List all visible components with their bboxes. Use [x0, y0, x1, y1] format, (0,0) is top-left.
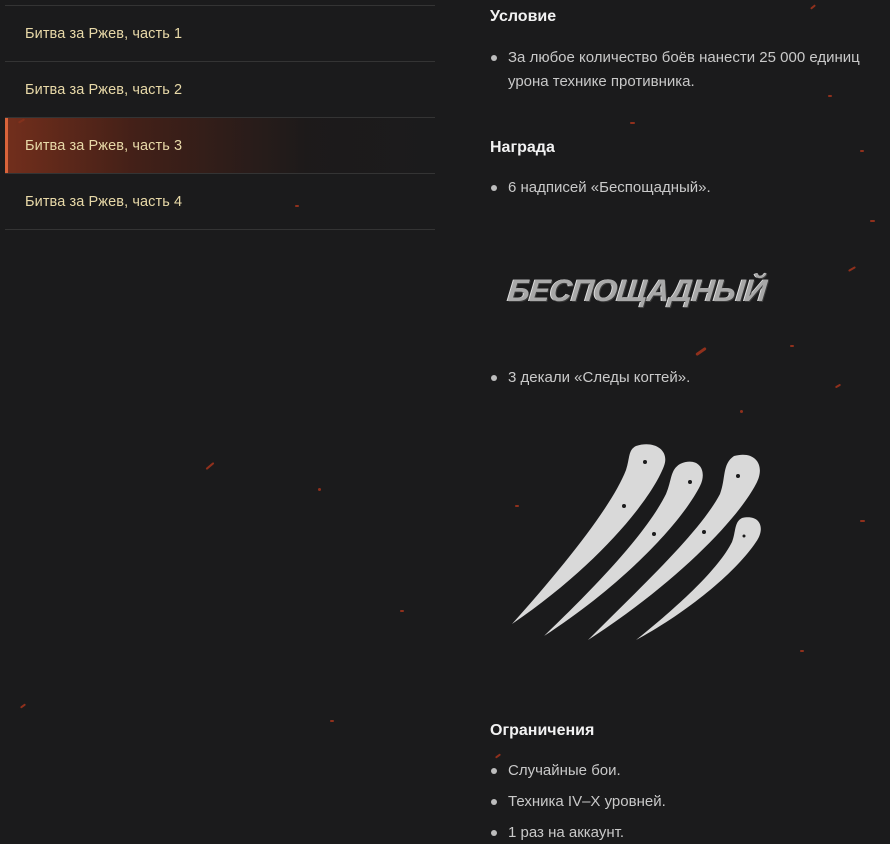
inscription-text: БЕСПОЩАДНЫЙ — [506, 273, 768, 308]
condition-item: За любое количество боёв нанести 25 000 … — [490, 46, 890, 94]
claw-marks-icon — [512, 444, 761, 640]
bullet-icon — [491, 830, 497, 836]
bullet-icon — [491, 768, 497, 774]
sidebar-item-part-2[interactable]: Битва за Ржев, часть 2 — [5, 62, 435, 118]
reward-item: 3 декали «Следы когтей». — [490, 366, 890, 390]
sidebar-item-part-3[interactable]: Битва за Ржев, часть 3 — [5, 118, 435, 174]
sidebar-nav: Битва за Ржев, часть 1 Битва за Ржев, ча… — [5, 5, 435, 230]
bullet-icon — [491, 185, 497, 191]
sidebar-item-part-4[interactable]: Битва за Ржев, часть 4 — [5, 174, 435, 230]
reward-heading: Награда — [490, 139, 555, 156]
condition-heading: Условие — [490, 8, 557, 25]
sidebar-item-part-1[interactable]: Битва за Ржев, часть 1 — [5, 6, 435, 62]
bullet-icon — [491, 375, 497, 381]
bullet-icon — [491, 55, 497, 61]
bullet-icon — [491, 799, 497, 805]
restrictions-heading: Ограничения — [490, 722, 595, 739]
restriction-item: Случайные бои. — [490, 759, 890, 783]
restriction-item: Техника IV–X уровней. — [490, 790, 890, 814]
inscription-preview: БЕСПОЩАДНЫЙ — [506, 268, 768, 314]
sidebar-item-label: Битва за Ржев, часть 1 — [25, 25, 183, 42]
restriction-item: 1 раз на аккаунт. — [490, 821, 890, 844]
sidebar-item-label: Битва за Ржев, часть 3 — [25, 137, 183, 154]
sidebar-item-label: Битва за Ржев, часть 2 — [25, 81, 183, 98]
sidebar-item-label: Битва за Ржев, часть 4 — [25, 193, 183, 210]
reward-item: 6 надписей «Беспощадный». — [490, 176, 890, 200]
page: Битва за Ржев, часть 1 Битва за Ржев, ча… — [0, 0, 890, 844]
